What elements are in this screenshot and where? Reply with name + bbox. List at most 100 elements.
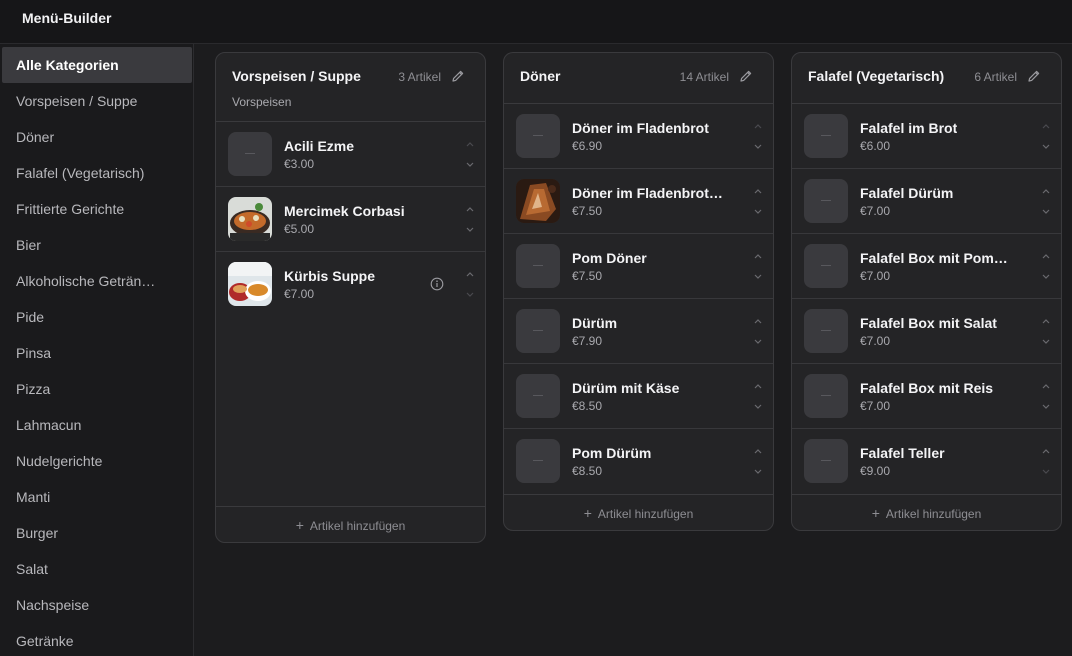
chevron-up-icon[interactable] [753,317,763,325]
chevron-down-icon[interactable] [753,403,763,411]
sidebar-item-doener[interactable]: Döner [2,119,192,155]
menu-item[interactable]: Falafel Box mit Pom… €7.00 [792,234,1061,299]
item-image-placeholder [516,309,560,353]
menu-item[interactable]: Pom Döner €7.50 [504,234,773,299]
chevron-down-icon[interactable] [1041,143,1051,151]
sidebar-item-manti[interactable]: Manti [2,479,192,515]
category-column-doener: Döner 14 Artikel Döner im Fladenbrot €6.… [503,52,774,531]
column-title: Döner [520,68,561,84]
menu-item[interactable]: Falafel Box mit Salat €7.00 [792,299,1061,364]
chevron-down-icon[interactable] [1041,208,1051,216]
item-price: €7.00 [860,399,891,413]
item-list: Döner im Fladenbrot €6.90 Döner im Flade… [504,104,773,494]
chevron-down-icon[interactable] [753,208,763,216]
add-item-button[interactable]: + Artikel hinzufügen [792,494,1061,530]
pencil-icon[interactable] [739,69,753,83]
chevron-up-icon[interactable] [1041,317,1051,325]
chevron-up-icon[interactable] [753,187,763,195]
sidebar-item-burger[interactable]: Burger [2,515,192,551]
item-image-placeholder [516,439,560,483]
item-photo [516,179,560,223]
chevron-down-icon[interactable] [753,273,763,281]
item-price: €7.00 [860,204,891,218]
item-price: €5.00 [284,222,315,236]
chevron-down-icon[interactable] [1041,273,1051,281]
item-list: Falafel im Brot €6.00 Falafel Dürüm €7.0… [792,104,1061,494]
menu-item[interactable]: Mercimek Corbasi €5.00 [216,187,485,252]
pencil-icon[interactable] [451,69,465,83]
sidebar-item-pizza[interactable]: Pizza [2,371,192,407]
chevron-down-icon[interactable] [465,161,475,169]
add-item-button[interactable]: + Artikel hinzufügen [216,506,485,542]
item-image-placeholder [228,132,272,176]
chevron-up-icon[interactable] [753,447,763,455]
chevron-down-icon[interactable] [1041,338,1051,346]
item-price: €8.50 [572,464,603,478]
chevron-up-icon[interactable] [1041,382,1051,390]
add-item-button[interactable]: + Artikel hinzufügen [504,494,773,530]
column-header: Falafel (Vegetarisch) 6 Artikel [792,53,1061,104]
item-image-placeholder [804,244,848,288]
item-price: €6.00 [860,139,891,153]
sidebar-item-getraenke[interactable]: Getränke [2,623,192,656]
item-price: €8.50 [572,399,603,413]
menu-item[interactable]: Falafel Box mit Reis €7.00 [792,364,1061,429]
sidebar-item-alkoholische-getraenke[interactable]: Alkoholische Geträn… [2,263,192,299]
item-price: €7.90 [572,334,603,348]
item-image-placeholder [804,309,848,353]
sidebar-item-vorspeisen-suppe[interactable]: Vorspeisen / Suppe [2,83,192,119]
chevron-up-icon[interactable] [465,205,475,213]
sidebar-item-pinsa[interactable]: Pinsa [2,335,192,371]
chevron-down-icon[interactable] [753,143,763,151]
menu-item[interactable]: Döner im Fladenbrot … €7.50 [504,169,773,234]
chevron-down-icon[interactable] [465,291,475,299]
chevron-down-icon[interactable] [1041,468,1051,476]
sidebar-item-salat[interactable]: Salat [2,551,192,587]
info-icon[interactable] [430,277,444,291]
sidebar-item-lahmacun[interactable]: Lahmacun [2,407,192,443]
item-price: €6.90 [572,139,603,153]
item-image-placeholder [804,114,848,158]
column-title: Vorspeisen / Suppe [232,68,361,84]
chevron-up-icon[interactable] [465,270,475,278]
chevron-up-icon[interactable] [753,122,763,130]
sidebar-item-nudelgerichte[interactable]: Nudelgerichte [2,443,192,479]
chevron-up-icon[interactable] [465,140,475,148]
menu-item[interactable]: Pom Dürüm €8.50 [504,429,773,494]
chevron-up-icon[interactable] [1041,122,1051,130]
chevron-down-icon[interactable] [465,226,475,234]
menu-item[interactable]: Falafel Dürüm €7.00 [792,169,1061,234]
add-item-label: Artikel hinzufügen [885,507,982,521]
item-image-placeholder [516,244,560,288]
sidebar-item-pide[interactable]: Pide [2,299,192,335]
item-name: Döner im Fladenbrot [572,120,709,136]
chevron-up-icon[interactable] [753,382,763,390]
chevron-down-icon[interactable] [753,468,763,476]
column-header: Vorspeisen / Suppe Vorspeisen 3 Artikel [216,53,485,122]
chevron-up-icon[interactable] [753,252,763,260]
menu-item[interactable]: Falafel im Brot €6.00 [792,104,1061,169]
menu-item[interactable]: Döner im Fladenbrot €6.90 [504,104,773,169]
chevron-up-icon[interactable] [1041,187,1051,195]
sidebar-item-frittierte-gerichte[interactable]: Frittierte Gerichte [2,191,192,227]
pencil-icon[interactable] [1027,69,1041,83]
item-image-placeholder [804,374,848,418]
category-column-falafel: Falafel (Vegetarisch) 6 Artikel Falafel … [791,52,1062,531]
sidebar-item-falafel[interactable]: Falafel (Vegetarisch) [2,155,192,191]
chevron-up-icon[interactable] [1041,252,1051,260]
menu-item[interactable]: Falafel Teller €9.00 [792,429,1061,494]
sidebar-item-bier[interactable]: Bier [2,227,192,263]
menu-item[interactable]: Acili Ezme €3.00 [216,122,485,187]
item-price: €7.00 [860,334,891,348]
sidebar-item-nachspeise[interactable]: Nachspeise [2,587,192,623]
item-image-placeholder [516,114,560,158]
chevron-down-icon[interactable] [753,338,763,346]
chevron-up-icon[interactable] [1041,447,1051,455]
menu-item[interactable]: Dürüm mit Käse €8.50 [504,364,773,429]
sidebar-item-alle-kategorien[interactable]: Alle Kategorien [2,47,192,83]
menu-item[interactable]: Kürbis Suppe €7.00 [216,252,485,317]
chevron-down-icon[interactable] [1041,403,1051,411]
plus-icon: + [583,505,592,521]
menu-item[interactable]: Dürüm €7.90 [504,299,773,364]
item-name: Falafel Dürüm [860,185,954,201]
